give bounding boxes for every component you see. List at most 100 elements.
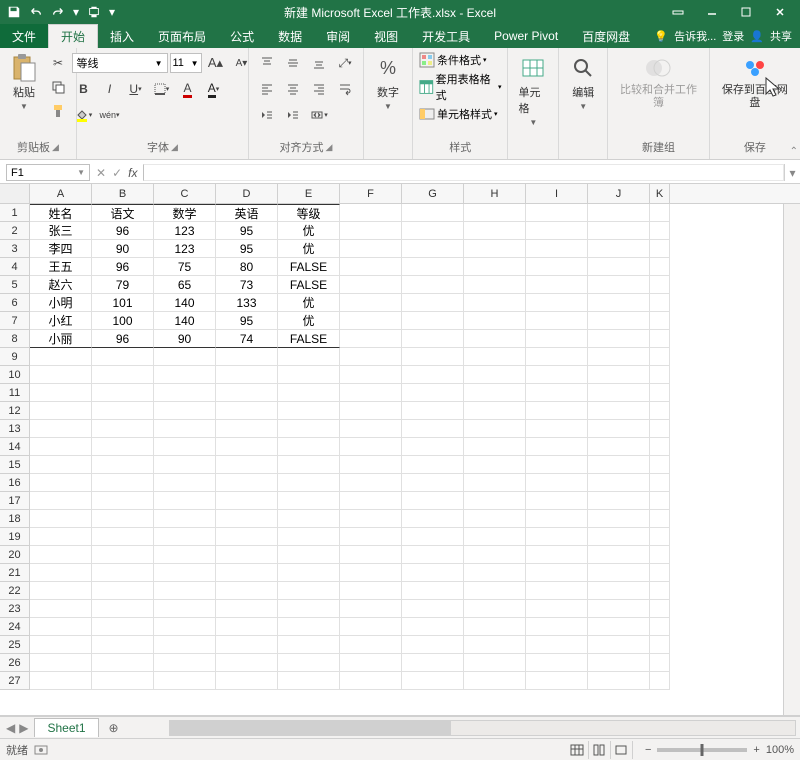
horizontal-scrollbar[interactable] xyxy=(169,720,796,736)
column-header[interactable]: D xyxy=(216,184,278,203)
cell[interactable] xyxy=(402,618,464,636)
cell[interactable] xyxy=(92,636,154,654)
cell[interactable] xyxy=(526,294,588,312)
cell[interactable] xyxy=(340,474,402,492)
view-page-break-icon[interactable] xyxy=(611,741,633,759)
cell[interactable]: 语文 xyxy=(92,204,154,222)
tab-insert[interactable]: 插入 xyxy=(98,24,146,48)
cell[interactable] xyxy=(278,564,340,582)
cell[interactable]: 96 xyxy=(92,258,154,276)
cell[interactable] xyxy=(588,564,650,582)
cell[interactable] xyxy=(30,492,92,510)
sheet-tab[interactable]: Sheet1 xyxy=(34,718,98,737)
paste-button[interactable]: 粘贴 ▼ xyxy=(6,52,42,113)
fill-color-button[interactable]: ▾ xyxy=(72,104,96,126)
cell[interactable]: 优 xyxy=(278,240,340,258)
tab-baidu[interactable]: 百度网盘 xyxy=(570,24,642,48)
vertical-scrollbar[interactable] xyxy=(783,204,800,715)
cell[interactable]: 80 xyxy=(216,258,278,276)
cell[interactable] xyxy=(526,348,588,366)
cell[interactable] xyxy=(402,636,464,654)
cell[interactable] xyxy=(340,438,402,456)
bold-button[interactable]: B xyxy=(72,78,96,100)
cell[interactable] xyxy=(92,348,154,366)
row-header[interactable]: 3 xyxy=(0,240,30,258)
cell[interactable] xyxy=(154,672,216,690)
tab-developer[interactable]: 开发工具 xyxy=(410,24,482,48)
increase-indent-icon[interactable] xyxy=(281,104,305,126)
cell[interactable] xyxy=(92,528,154,546)
row-header[interactable]: 7 xyxy=(0,312,30,330)
cell[interactable] xyxy=(216,492,278,510)
cell[interactable] xyxy=(464,528,526,546)
cell[interactable] xyxy=(216,510,278,528)
cell[interactable] xyxy=(526,384,588,402)
cell[interactable] xyxy=(650,276,670,294)
cell[interactable] xyxy=(464,222,526,240)
row-header[interactable]: 24 xyxy=(0,618,30,636)
cell[interactable] xyxy=(216,582,278,600)
cell[interactable] xyxy=(216,402,278,420)
cell[interactable] xyxy=(340,528,402,546)
cell[interactable]: 90 xyxy=(154,330,216,348)
cell[interactable] xyxy=(650,456,670,474)
cell[interactable] xyxy=(278,582,340,600)
cancel-formula-icon[interactable]: ✕ xyxy=(96,166,106,180)
font-size-select[interactable]: 11▼ xyxy=(170,53,202,73)
cell[interactable]: 数学 xyxy=(154,204,216,222)
row-header[interactable]: 26 xyxy=(0,654,30,672)
cell[interactable] xyxy=(588,654,650,672)
row-header[interactable]: 5 xyxy=(0,276,30,294)
cell[interactable]: 英语 xyxy=(216,204,278,222)
cell[interactable] xyxy=(526,240,588,258)
cell[interactable] xyxy=(464,564,526,582)
cell[interactable] xyxy=(154,654,216,672)
cell[interactable] xyxy=(526,654,588,672)
cell[interactable] xyxy=(588,474,650,492)
cell[interactable] xyxy=(402,276,464,294)
cell[interactable] xyxy=(650,654,670,672)
cell[interactable] xyxy=(650,294,670,312)
cell[interactable]: 90 xyxy=(92,240,154,258)
view-page-layout-icon[interactable] xyxy=(589,741,611,759)
cell[interactable]: 95 xyxy=(216,312,278,330)
cell[interactable] xyxy=(650,564,670,582)
cells-format-button[interactable]: 单元格 ▼ xyxy=(514,52,552,129)
column-header[interactable]: H xyxy=(464,184,526,203)
cell[interactable]: 123 xyxy=(154,240,216,258)
cell[interactable] xyxy=(92,654,154,672)
row-header[interactable]: 8 xyxy=(0,330,30,348)
cell[interactable] xyxy=(278,384,340,402)
cell[interactable] xyxy=(340,564,402,582)
formula-input[interactable] xyxy=(143,164,784,181)
cell[interactable]: 96 xyxy=(92,222,154,240)
sheet-nav-next-icon[interactable]: ▶ xyxy=(19,721,28,735)
tab-data[interactable]: 数据 xyxy=(266,24,314,48)
cell[interactable] xyxy=(30,438,92,456)
row-header[interactable]: 6 xyxy=(0,294,30,312)
wrap-text-icon[interactable] xyxy=(333,78,357,100)
column-header[interactable]: G xyxy=(402,184,464,203)
cell[interactable] xyxy=(216,672,278,690)
cell[interactable]: 100 xyxy=(92,312,154,330)
cell[interactable] xyxy=(92,564,154,582)
cell[interactable] xyxy=(92,402,154,420)
cell[interactable] xyxy=(588,618,650,636)
cell[interactable] xyxy=(650,492,670,510)
cell[interactable]: 95 xyxy=(216,240,278,258)
cell[interactable] xyxy=(588,438,650,456)
cell[interactable] xyxy=(340,348,402,366)
cell[interactable] xyxy=(402,528,464,546)
cell[interactable] xyxy=(588,510,650,528)
cell[interactable] xyxy=(340,456,402,474)
cell[interactable] xyxy=(650,474,670,492)
cell[interactable] xyxy=(402,654,464,672)
column-header[interactable]: B xyxy=(92,184,154,203)
font-color-button[interactable]: A ▾ xyxy=(202,78,226,100)
cell[interactable] xyxy=(30,564,92,582)
tab-formulas[interactable]: 公式 xyxy=(218,24,266,48)
close-icon[interactable] xyxy=(764,2,796,22)
cell[interactable] xyxy=(526,528,588,546)
cell[interactable] xyxy=(30,636,92,654)
cell[interactable] xyxy=(526,312,588,330)
